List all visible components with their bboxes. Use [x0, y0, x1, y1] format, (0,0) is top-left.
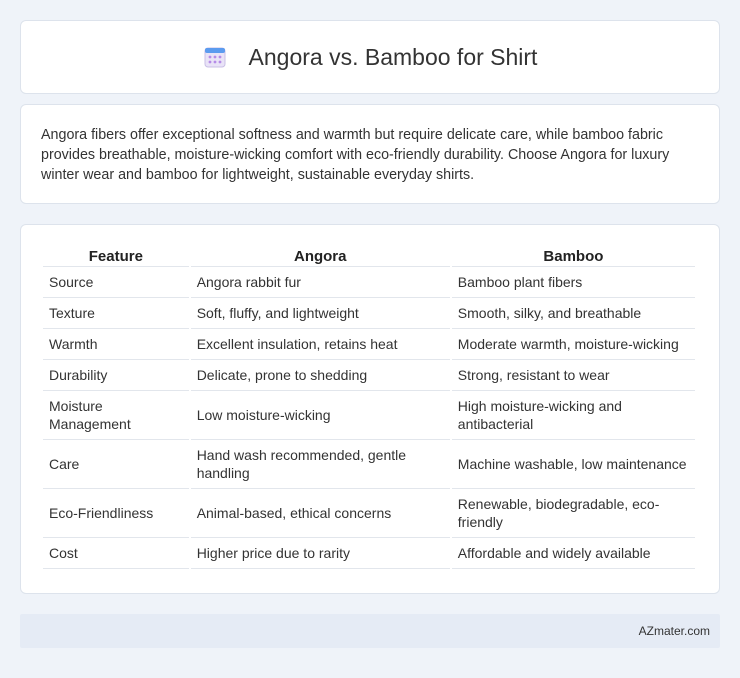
header-bamboo: Bamboo: [451, 245, 695, 267]
comparison-table: Feature Angora Bamboo Source Angora rabb…: [41, 245, 697, 569]
intro-text: Angora fibers offer exceptional softness…: [41, 127, 670, 183]
table-cell: Texture: [43, 298, 189, 329]
table-cell: Animal-based, ethical concerns: [190, 489, 450, 538]
table-row: Cost Higher price due to rarity Affordab…: [43, 538, 695, 569]
title-card: Angora vs. Bamboo for Shirt: [20, 20, 720, 94]
table-cell: Warmth: [43, 329, 189, 360]
table-cell: Soft, fluffy, and lightweight: [190, 298, 450, 329]
footer-site-label: AZmater.com: [638, 624, 710, 638]
table-cell: Angora rabbit fur: [190, 267, 450, 298]
calendar-icon: [203, 45, 227, 69]
table-row: Care Hand wash recommended, gentle handl…: [43, 440, 695, 489]
footer-bar: AZmater.com: [20, 614, 720, 648]
table-row: Source Angora rabbit fur Bamboo plant fi…: [43, 267, 695, 298]
header-feature: Feature: [43, 245, 189, 267]
table-cell: Durability: [43, 360, 189, 391]
table-cell: Eco-Friendliness: [43, 489, 189, 538]
table-row: Moisture Management Low moisture-wicking…: [43, 391, 695, 440]
page-title: Angora vs. Bamboo for Shirt: [248, 43, 538, 70]
comparison-card: Feature Angora Bamboo Source Angora rabb…: [20, 224, 720, 594]
table-cell: Low moisture-wicking: [190, 391, 450, 440]
table-cell: High moisture-wicking and antibacterial: [451, 391, 695, 440]
table-cell: Renewable, biodegradable, eco-friendly: [451, 489, 695, 538]
intro-card: Angora fibers offer exceptional softness…: [20, 104, 720, 204]
table-cell: Higher price due to rarity: [190, 538, 450, 569]
table-cell: Delicate, prone to shedding: [190, 360, 450, 391]
table-row: Texture Soft, fluffy, and lightweight Sm…: [43, 298, 695, 329]
table-cell: Care: [43, 440, 189, 489]
table-row: Eco-Friendliness Animal-based, ethical c…: [43, 489, 695, 538]
table-cell: Moisture Management: [43, 391, 189, 440]
table-cell: Hand wash recommended, gentle handling: [190, 440, 450, 489]
table-cell: Smooth, silky, and breathable: [451, 298, 695, 329]
table-header-row: Feature Angora Bamboo: [43, 245, 695, 267]
table-cell: Strong, resistant to wear: [451, 360, 695, 391]
table-row: Warmth Excellent insulation, retains hea…: [43, 329, 695, 360]
table-row: Durability Delicate, prone to shedding S…: [43, 360, 695, 391]
table-cell: Source: [43, 267, 189, 298]
table-cell: Affordable and widely available: [451, 538, 695, 569]
table-cell: Excellent insulation, retains heat: [190, 329, 450, 360]
table-cell: Moderate warmth, moisture-wicking: [451, 329, 695, 360]
table-cell: Bamboo plant fibers: [451, 267, 695, 298]
table-cell: Machine washable, low maintenance: [451, 440, 695, 489]
header-angora: Angora: [190, 245, 450, 267]
table-cell: Cost: [43, 538, 189, 569]
